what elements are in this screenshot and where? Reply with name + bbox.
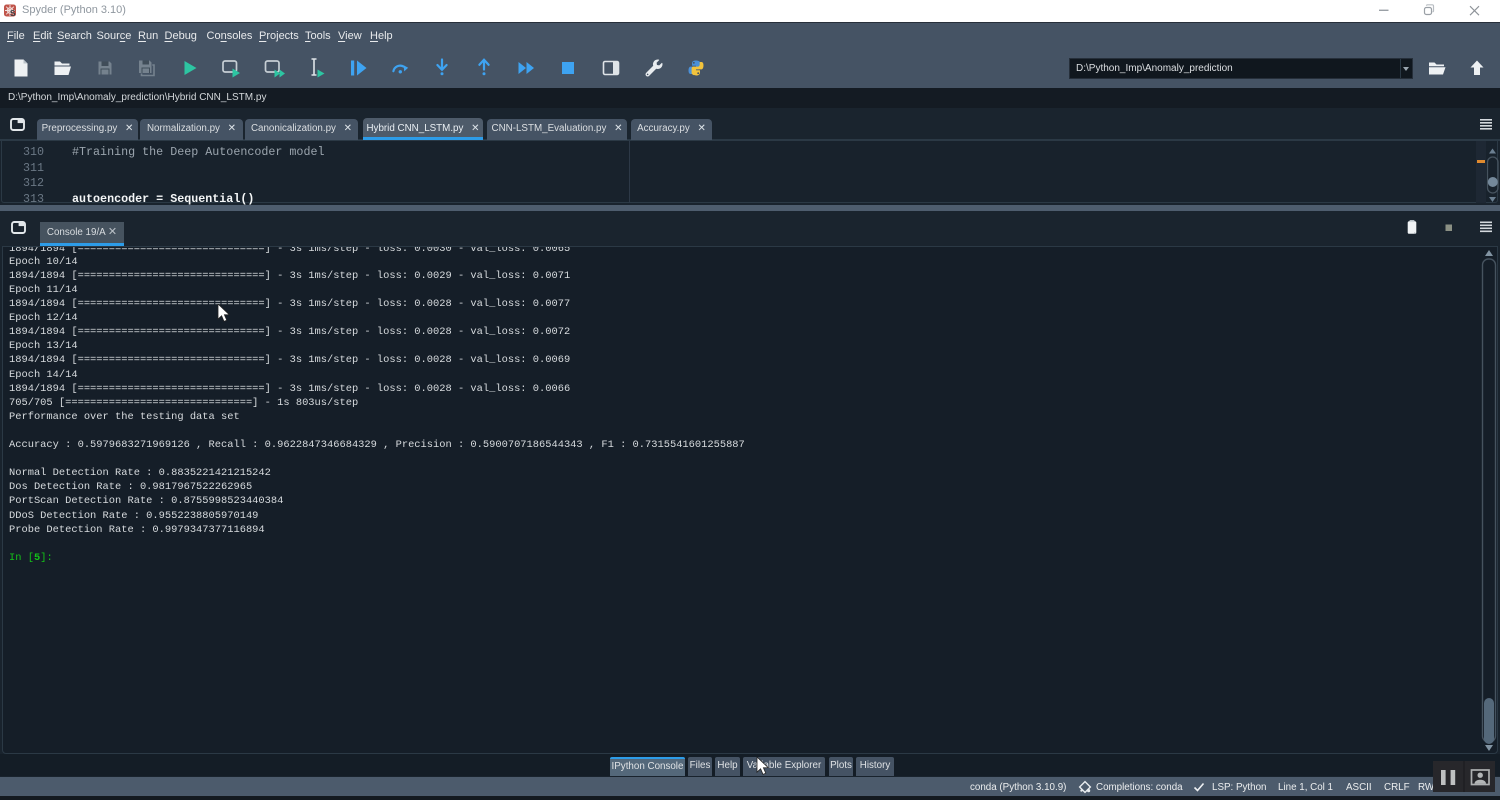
svg-text:S: S [10, 8, 16, 17]
